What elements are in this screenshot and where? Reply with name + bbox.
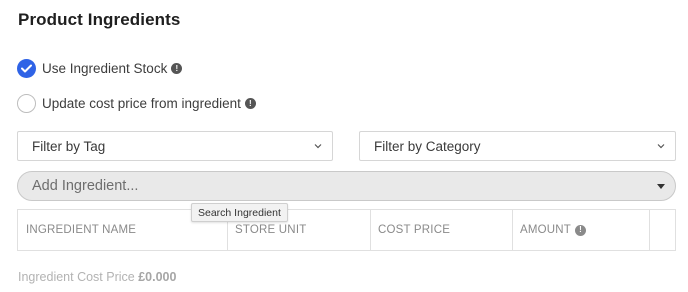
use-ingredient-stock-option[interactable]: Use Ingredient Stock !: [17, 59, 183, 78]
use-ingredient-stock-radio[interactable]: [17, 59, 36, 78]
info-icon[interactable]: !: [575, 224, 587, 236]
ingredients-table-header: INGREDIENT NAME STORE UNIT COST PRICE AM…: [17, 209, 676, 251]
update-cost-price-option[interactable]: Update cost price from ingredient !: [17, 94, 256, 113]
search-ingredient-tooltip: Search Ingredient: [191, 203, 288, 222]
checkmark-icon: [21, 64, 32, 73]
filter-by-category-select[interactable]: Filter by Category: [359, 131, 676, 161]
page-title: Product Ingredients: [18, 10, 181, 29]
column-actions: [650, 210, 675, 250]
ingredient-cost-price-label: Ingredient Cost Price: [18, 270, 135, 284]
update-cost-price-label: Update cost price from ingredient: [42, 96, 241, 111]
info-icon[interactable]: !: [171, 63, 183, 74]
ingredient-cost-price-value: £0.000: [138, 270, 177, 284]
column-amount[interactable]: AMOUNT!: [513, 210, 650, 250]
info-icon[interactable]: !: [244, 98, 256, 109]
chevron-down-icon: [314, 144, 322, 149]
filter-by-category-value: Filter by Category: [374, 138, 481, 154]
use-ingredient-stock-label: Use Ingredient Stock: [42, 61, 168, 76]
chevron-down-icon: [657, 144, 665, 149]
filter-by-tag-value: Filter by Tag: [32, 138, 106, 154]
caret-down-icon[interactable]: [657, 184, 665, 189]
filter-by-tag-select[interactable]: Filter by Tag: [17, 131, 333, 161]
add-ingredient-placeholder: Add Ingredient...: [32, 178, 139, 194]
ingredient-cost-price: Ingredient Cost Price £0.000: [18, 270, 176, 284]
add-ingredient-input[interactable]: Add Ingredient...: [17, 171, 676, 201]
column-cost-price[interactable]: COST PRICE: [371, 210, 513, 250]
update-cost-price-radio[interactable]: [17, 94, 36, 113]
